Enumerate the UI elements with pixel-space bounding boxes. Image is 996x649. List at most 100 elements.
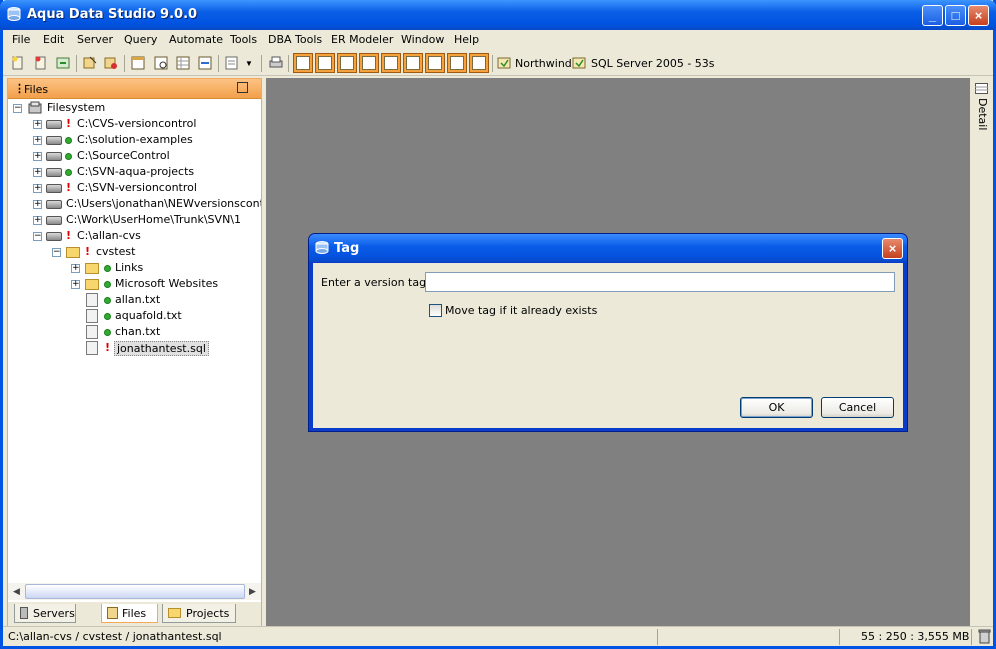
tree-node-drive[interactable]: − ! C:\allan-cvs	[8, 228, 261, 244]
expand-icon[interactable]: +	[33, 120, 42, 129]
script-dropdown-arrow-icon[interactable]: ▼	[245, 59, 253, 68]
layout-chart-icon[interactable]	[447, 53, 467, 73]
expand-icon[interactable]: +	[33, 152, 42, 161]
tree-node-folder[interactable]: − ! cvstest	[8, 244, 261, 260]
expand-icon[interactable]: +	[33, 200, 42, 209]
tree-node-drive[interactable]: + ! C:\CVS-versioncontrol	[8, 116, 261, 132]
menu-er-modeler[interactable]: ER Modeler	[331, 33, 393, 46]
tree-node-drive[interactable]: + ! C:\SVN-versioncontrol	[8, 180, 261, 196]
menu-automate[interactable]: Automate	[169, 33, 223, 46]
dialog-close-button[interactable]: ×	[882, 238, 903, 259]
toolbar-separator	[218, 55, 219, 72]
trash-icon[interactable]	[978, 629, 991, 644]
close-button[interactable]: ×	[968, 5, 989, 26]
right-side-strip: Detail	[971, 78, 993, 626]
tree-node-drive[interactable]: + C:\Users\jonathan\NEWversionscontrol	[8, 196, 261, 212]
menu-tools[interactable]: Tools	[230, 33, 257, 46]
layout-tree-icon[interactable]	[425, 53, 445, 73]
query-window-icon[interactable]	[130, 55, 146, 71]
query-analyzer-icon[interactable]	[153, 55, 169, 71]
layout-split-icon[interactable]	[315, 53, 335, 73]
toolbar-separator	[288, 55, 289, 72]
ok-status-icon	[65, 153, 72, 160]
tree-node-filesystem[interactable]: − Filesystem	[8, 100, 261, 116]
expand-icon[interactable]: +	[33, 216, 42, 225]
connection-northwind[interactable]: Northwind	[515, 57, 572, 70]
disconnect-icon[interactable]	[103, 55, 119, 71]
maximize-button[interactable]: □	[945, 5, 966, 26]
expand-icon[interactable]: +	[33, 168, 42, 177]
modified-status-icon: !	[85, 245, 91, 258]
layout-detail-icon[interactable]	[469, 53, 489, 73]
tab-servers[interactable]: Servers	[14, 604, 76, 623]
collapse-icon[interactable]: −	[52, 248, 61, 257]
menu-query[interactable]: Query	[124, 33, 157, 46]
move-tag-checkbox[interactable]	[429, 304, 442, 317]
tab-files[interactable]: Files	[101, 604, 158, 623]
menu-server[interactable]: Server	[77, 33, 113, 46]
tree-node-file-selected[interactable]: ! jonathantest.sql	[8, 340, 261, 356]
expand-icon[interactable]: +	[33, 136, 42, 145]
title-bar[interactable]: Aqua Data Studio 9.0.0 _ □ ×	[0, 0, 996, 30]
edit-server-icon[interactable]	[33, 55, 49, 71]
scrollbar-thumb[interactable]	[25, 584, 245, 599]
panel-tabs: Servers Files Projects	[8, 602, 261, 627]
tree-node-file[interactable]: allan.txt	[8, 292, 261, 308]
tab-projects[interactable]: Projects	[162, 604, 236, 623]
minimize-button[interactable]: _	[922, 5, 943, 26]
print-icon[interactable]	[268, 55, 284, 71]
version-tag-label: Enter a version tag:	[321, 276, 430, 289]
schema-compare-icon[interactable]	[197, 55, 213, 71]
tree-node-drive[interactable]: + C:\SVN-aqua-projects	[8, 164, 261, 180]
detail-panel-icon[interactable]	[975, 83, 988, 94]
modified-status-icon: !	[66, 181, 72, 194]
menu-help[interactable]: Help	[454, 33, 479, 46]
table-data-editor-icon[interactable]	[175, 55, 191, 71]
move-tag-label[interactable]: Move tag if it already exists	[445, 304, 597, 317]
drive-icon	[46, 120, 62, 129]
scroll-left-icon[interactable]: ◀	[9, 584, 24, 599]
version-tag-input[interactable]	[425, 272, 895, 292]
server-connection-icon[interactable]	[571, 55, 587, 71]
cancel-button[interactable]: Cancel	[821, 397, 894, 418]
tree-node-folder[interactable]: + Microsoft Websites	[8, 276, 261, 292]
menu-dba-tools[interactable]: DBA Tools	[268, 33, 322, 46]
layout-panel-icon[interactable]	[337, 53, 357, 73]
expand-icon[interactable]: +	[71, 280, 80, 289]
ok-button[interactable]: OK	[740, 397, 813, 418]
detail-tab[interactable]: Detail	[976, 98, 989, 130]
tree-node-drive[interactable]: + C:\Work\UserHome\Trunk\SVN\1	[8, 212, 261, 228]
drive-icon	[46, 184, 62, 193]
layout-list-icon[interactable]	[403, 53, 423, 73]
menu-window[interactable]: Window	[401, 33, 444, 46]
register-server-icon[interactable]	[55, 55, 71, 71]
expand-icon[interactable]: +	[33, 184, 42, 193]
ok-status-icon	[104, 281, 111, 288]
tree-node-drive[interactable]: + C:\solution-examples	[8, 132, 261, 148]
expand-icon[interactable]: +	[71, 264, 80, 273]
script-icon[interactable]	[224, 55, 240, 71]
connect-icon[interactable]	[82, 55, 98, 71]
layout-table-icon[interactable]	[359, 53, 379, 73]
tree-label: C:\Users\jonathan\NEWversionscontrol	[66, 197, 261, 210]
dialog-title-bar[interactable]: Tag ×	[309, 234, 907, 262]
tree-node-drive[interactable]: + C:\SourceControl	[8, 148, 261, 164]
horizontal-scrollbar[interactable]: ◀ ▶	[8, 583, 261, 600]
dialog-app-icon	[315, 241, 329, 254]
text-file-icon	[86, 293, 98, 307]
database-connection-icon[interactable]	[496, 55, 512, 71]
tree-node-file[interactable]: chan.txt	[8, 324, 261, 340]
menu-edit[interactable]: Edit	[43, 33, 64, 46]
scroll-right-icon[interactable]: ▶	[245, 584, 260, 599]
menu-file[interactable]: File	[12, 33, 30, 46]
collapse-icon[interactable]: −	[33, 232, 42, 241]
new-server-icon[interactable]	[10, 55, 26, 71]
tree-node-folder[interactable]: + Links	[8, 260, 261, 276]
connection-sql-server[interactable]: SQL Server 2005 - 53s	[591, 57, 715, 70]
layout-grid-icon[interactable]	[293, 53, 313, 73]
collapse-icon[interactable]: −	[13, 104, 22, 113]
tree-node-file[interactable]: aquafold.txt	[8, 308, 261, 324]
drive-icon	[46, 168, 62, 177]
restore-panel-icon[interactable]	[237, 82, 248, 93]
layout-results-icon[interactable]	[381, 53, 401, 73]
